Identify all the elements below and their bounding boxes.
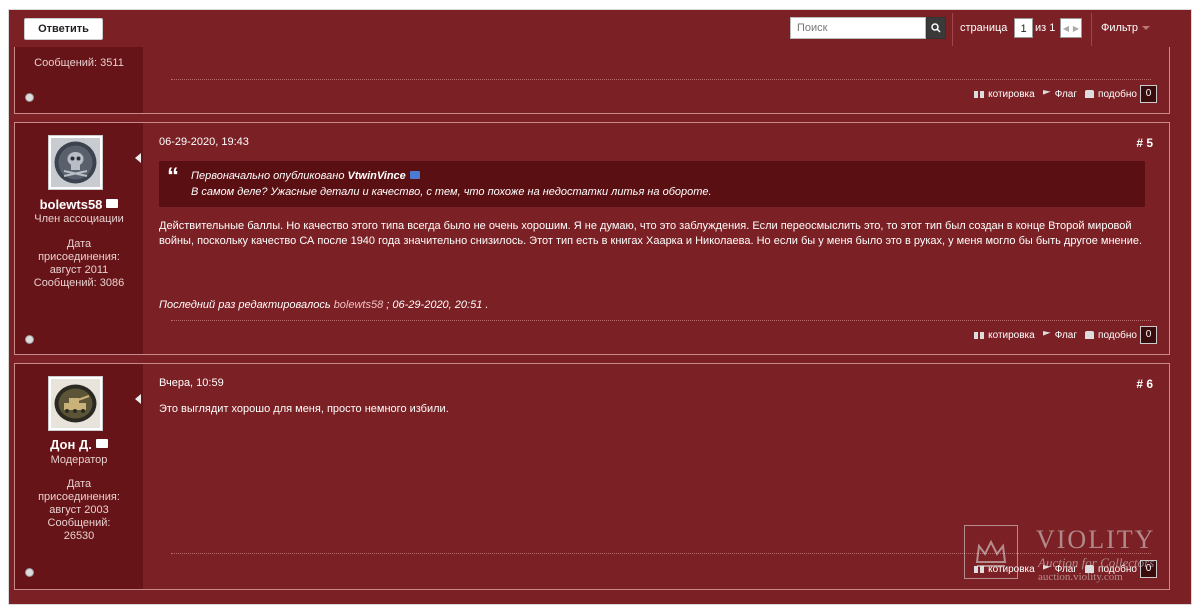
- flag-icon: [1042, 331, 1051, 336]
- like-label: подобно: [1098, 88, 1137, 100]
- flag-icon: [1042, 90, 1051, 95]
- quote-button[interactable]: котировка: [974, 89, 1035, 100]
- search-icon: [931, 23, 941, 33]
- filter-dropdown[interactable]: Фильтр: [1101, 22, 1150, 34]
- author-post-count: Сообщений: 3511: [34, 57, 124, 69]
- post-date: 06-29-2020, 19:43: [159, 136, 249, 148]
- post-content: Это выглядит хорошо для меня, просто нем…: [159, 403, 449, 415]
- username-text[interactable]: Дон Д.: [50, 437, 92, 452]
- post-body: котировка Флаг подобно 0: [143, 47, 1169, 113]
- edit-prefix: Последний раз редактировалось: [159, 299, 331, 311]
- edit-note: Последний раз редактировалось bolewts58 …: [159, 299, 488, 311]
- speech-pointer-icon: [135, 153, 141, 163]
- author-join-date: Дата присоединения: август 2003 Сообщени…: [25, 478, 133, 543]
- post-actions: котировка Флаг подобно 0: [966, 85, 1157, 103]
- online-status-icon: [25, 93, 34, 102]
- view-post-icon[interactable]: [409, 171, 420, 179]
- next-page-icon[interactable]: ▶: [1073, 24, 1079, 33]
- author-username[interactable]: Дон Д.: [15, 437, 143, 452]
- username-text[interactable]: bolewts58: [40, 197, 103, 212]
- post-author-sidebar: bolewts58 Член ассоциации Дата присоедин…: [15, 123, 143, 354]
- post-count-label: Сообщений:: [47, 517, 111, 529]
- edit-user-link[interactable]: bolewts58: [334, 299, 384, 311]
- flag-button[interactable]: Флаг: [1042, 88, 1078, 100]
- post-author-sidebar: Сообщений: 3511: [15, 47, 143, 113]
- online-status-icon: [25, 568, 34, 577]
- page-label: страница: [960, 22, 1008, 34]
- post-date: Вчера, 10:59: [159, 377, 224, 389]
- author-join-date: Дата присоединения: август 2011 Сообщени…: [25, 238, 133, 290]
- search-input[interactable]: Поиск: [790, 17, 926, 39]
- join-value: август 2003: [49, 504, 109, 516]
- prev-page-icon[interactable]: ◀: [1063, 24, 1069, 33]
- author-username[interactable]: bolewts58: [15, 197, 143, 212]
- join-label: Дата присоединения:: [38, 238, 120, 263]
- quote-icon: [974, 331, 985, 339]
- watermark-subtitle: Auction for Collectors: [1038, 555, 1155, 570]
- post-actions: котировка Флаг подобно 0: [966, 326, 1157, 344]
- violity-watermark: VIOLITY Auction for Collectors auction.v…: [964, 525, 1174, 585]
- quote-author[interactable]: VtwinVince: [348, 170, 406, 182]
- post-number-link[interactable]: # 6: [1136, 377, 1153, 391]
- quote-intro: Первоначально опубликовано: [191, 170, 345, 182]
- author-post-count: Сообщений: 3086: [33, 277, 125, 289]
- tank-badge-icon: [51, 379, 100, 428]
- post-body: 06-29-2020, 19:43 # 5 “ Первоначально оп…: [143, 123, 1169, 354]
- join-value: август 2011: [49, 264, 109, 276]
- speech-pointer-icon: [135, 394, 141, 404]
- toolbar-divider: [952, 13, 953, 46]
- post-author-sidebar: Дон Д. Модератор Дата присоединения: авг…: [15, 364, 143, 589]
- quote-text: В самом деле? Ужасные детали и качество,…: [191, 186, 712, 198]
- watermark-url: auction.violity.com: [1038, 571, 1123, 583]
- avatar[interactable]: [48, 376, 103, 431]
- thumbs-up-icon: [1085, 331, 1095, 339]
- flag-button[interactable]: Флаг: [1042, 329, 1078, 341]
- toolbar-divider: [1091, 13, 1092, 46]
- quote-mark-icon: “: [167, 163, 179, 190]
- like-count: 0: [1140, 326, 1157, 344]
- forum-post: bolewts58 Член ассоциации Дата присоедин…: [14, 122, 1170, 355]
- post-number-link[interactable]: # 5: [1136, 136, 1153, 150]
- page-number-input[interactable]: 1: [1014, 18, 1033, 38]
- reply-button[interactable]: Ответить: [24, 18, 103, 40]
- thread-toolbar: Ответить Поиск страница 1 из 1 ◀ ▶ Фильт…: [14, 13, 1170, 49]
- flag-label: Флаг: [1054, 88, 1078, 100]
- quote-label: котировка: [988, 329, 1035, 341]
- post-count-value: 26530: [63, 530, 95, 542]
- flag-label: Флаг: [1054, 329, 1078, 341]
- page-total: из 1: [1035, 22, 1056, 34]
- like-count: 0: [1140, 85, 1157, 103]
- join-label: Дата присоединения:: [38, 478, 120, 503]
- message-bubble-icon[interactable]: [95, 439, 108, 448]
- watermark-brand: VIOLITY: [1036, 525, 1156, 554]
- quote-button[interactable]: котировка: [974, 330, 1035, 341]
- quote-block: “ Первоначально опубликовано VtwinVince …: [159, 161, 1145, 207]
- quote-label: котировка: [988, 88, 1035, 100]
- page-nav-arrows[interactable]: ◀ ▶: [1060, 18, 1082, 38]
- like-button[interactable]: подобно: [1085, 89, 1137, 100]
- avatar[interactable]: [48, 135, 103, 190]
- thumbs-up-icon: [1085, 90, 1095, 98]
- skull-medal-icon: [51, 138, 100, 187]
- online-status-icon: [25, 335, 34, 344]
- forum-post: Сообщений: 3511 котировка Флаг подобно 0: [14, 47, 1170, 114]
- quote-icon: [974, 90, 985, 98]
- post-divider: [171, 320, 1151, 321]
- post-content: Действительные баллы. Но качество этого …: [159, 220, 1143, 247]
- quote-header: Первоначально опубликовано VtwinVince: [191, 170, 1133, 182]
- filter-label: Фильтр: [1101, 22, 1138, 34]
- author-rank: Член ассоциации: [34, 213, 124, 225]
- message-bubble-icon[interactable]: [106, 199, 119, 208]
- author-rank: Модератор: [50, 454, 108, 466]
- like-label: подобно: [1098, 329, 1137, 341]
- edit-date: ; 06-29-2020, 20:51 .: [386, 299, 489, 311]
- chevron-down-icon: [1141, 26, 1150, 31]
- crown-logo-icon: [964, 525, 1018, 579]
- like-button[interactable]: подобно: [1085, 330, 1137, 341]
- search-button[interactable]: [926, 17, 946, 39]
- post-divider: [171, 79, 1151, 80]
